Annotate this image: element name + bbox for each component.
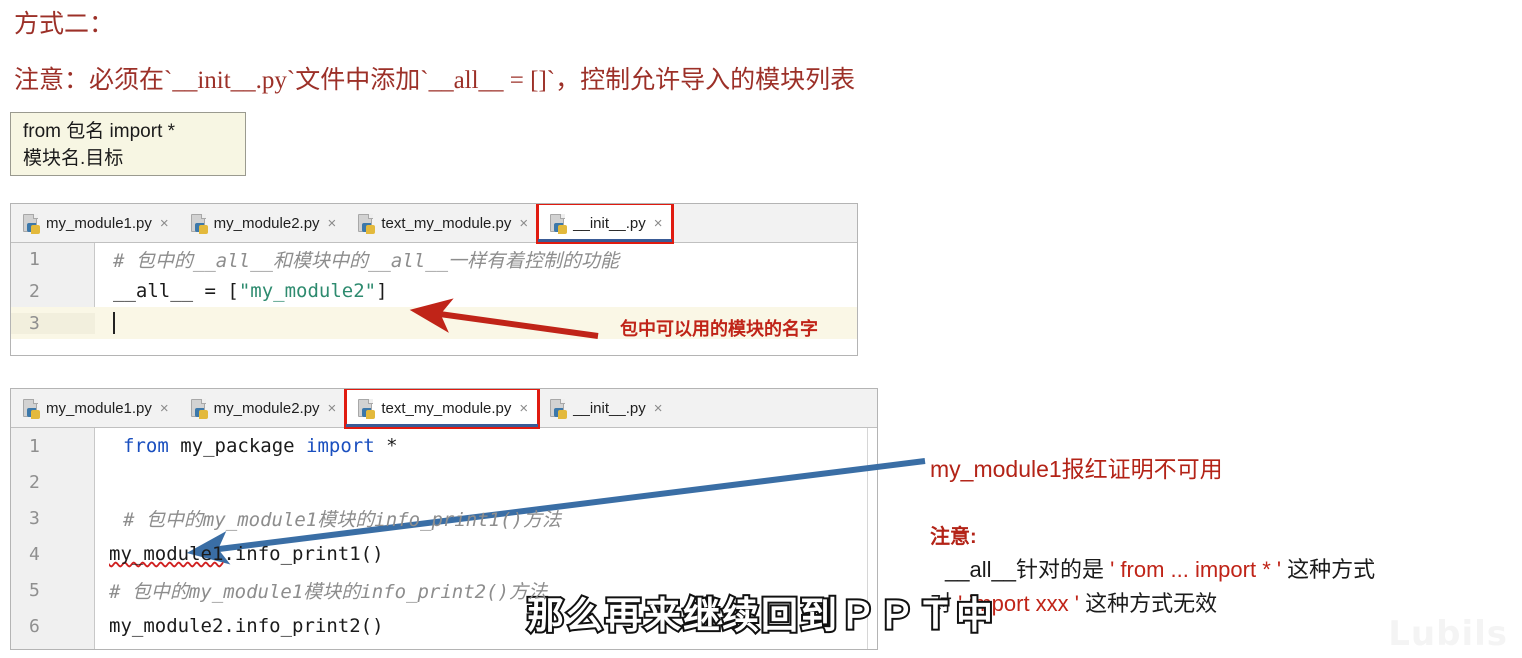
code-line: 4 my_module1.info_print1() [11, 536, 877, 572]
note-line1-pre: __all__针对的是 [945, 557, 1111, 582]
close-icon[interactable]: × [654, 400, 663, 417]
line-number: 3 [11, 312, 95, 334]
tab-label: text_my_module.py [381, 214, 512, 232]
line-text: # 包中的my_module1模块的info_print2()方法 [109, 580, 547, 603]
page-title: 方式二： [14, 11, 115, 38]
tab-my-module1-py[interactable]: my_module1.py × [11, 204, 179, 242]
line-number: 2 [29, 471, 40, 493]
tab-init-py[interactable]: __init__.py × [538, 389, 673, 427]
python-file-icon [358, 213, 376, 234]
tab-text-my-module-py[interactable]: text_my_module.py × [346, 204, 539, 242]
keyword-from: from [123, 435, 169, 457]
line-number: 1 [29, 248, 40, 270]
close-icon[interactable]: × [519, 400, 528, 417]
editor-tab-bar-bottom: my_module1.py × my_module2.py × text_my_… [11, 389, 877, 429]
tab-my-module2-py[interactable]: my_module2.py × [178, 389, 347, 427]
watermark: Lubils [1388, 614, 1508, 654]
line-text: from my_package import * [95, 435, 398, 457]
note-line1-post: 这种方式 [1281, 557, 1376, 582]
annotation-module-names: 包中可以用的模块的名字 [620, 319, 818, 339]
line-number: 2 [29, 280, 40, 302]
syntax-line-1: from 包名 import * [23, 121, 176, 142]
python-file-icon [550, 213, 568, 234]
line-number: 3 [29, 507, 40, 529]
annotation-module-unavailable: my_module1报红证明不可用 [930, 456, 1223, 482]
code-line: 2 [11, 464, 877, 500]
close-icon[interactable]: × [328, 400, 337, 417]
code-line: 1 # 包中的__all__和模块中的__all__一样有着控制的功能 [11, 243, 857, 275]
code-line: 3 # 包中的my_module1模块的info_print1()方法 [11, 500, 877, 536]
error-token: my_module1 [109, 543, 224, 565]
python-file-icon [23, 213, 40, 234]
tab-label: my_module2.py [213, 214, 320, 232]
code-suffix: ] [376, 280, 388, 302]
note-line1-highlight: ' from ... import * ' [1110, 557, 1282, 582]
tab-label: my_module2.py [213, 399, 320, 417]
code-line: 1 from my_package import * [11, 428, 877, 464]
code-line: 2 __all__ = ["my_module2"] [11, 275, 857, 307]
line-number: 6 [29, 615, 40, 637]
code-string-literal: "my_module2" [238, 280, 377, 302]
line-text: __all__ = ["my_module2"] [95, 280, 388, 302]
line-text: # 包中的my_module1模块的info_print1()方法 [123, 508, 561, 531]
close-icon[interactable]: × [654, 215, 663, 232]
tab-label: __init__.py [573, 214, 646, 232]
python-file-icon [23, 398, 40, 419]
close-icon[interactable]: × [328, 215, 337, 232]
line-text: # 包中的__all__和模块中的__all__一样有着控制的功能 [113, 249, 620, 272]
annotation-note-title: 注意: [930, 526, 977, 548]
tab-label: my_module1.py [46, 214, 152, 232]
close-icon[interactable]: × [519, 215, 528, 232]
line-number: 4 [29, 543, 40, 565]
module-name: my_package [168, 435, 307, 457]
tab-label: my_module1.py [46, 399, 152, 417]
syntax-callout-box: from 包名 import * 模块名.目标 [10, 112, 246, 176]
close-icon[interactable]: × [160, 215, 169, 232]
import-target: * [374, 435, 398, 457]
line-number: 1 [29, 435, 40, 457]
python-file-icon [358, 398, 376, 419]
text-caret [113, 312, 115, 335]
syntax-line-2: 模块名.目标 [23, 148, 124, 169]
tab-init-py[interactable]: __init__.py × [536, 204, 675, 244]
keyword-import: import [306, 435, 375, 457]
line-number: 5 [29, 579, 40, 601]
editor-tab-bar-top: my_module1.py × my_module2.py × text_my_… [11, 204, 857, 244]
line-text: my_module2.info_print2() [109, 615, 384, 637]
python-file-icon [190, 398, 208, 419]
slide-note-text: 注意：必须在`__init__.py`文件中添加`__all__ = []`，控… [14, 67, 856, 94]
code-prefix: __all__ = [ [113, 280, 239, 302]
tab-text-my-module-py[interactable]: text_my_module.py × [344, 389, 541, 429]
python-file-icon [550, 398, 568, 419]
tab-my-module1-py[interactable]: my_module1.py × [11, 389, 179, 427]
close-icon[interactable]: × [160, 400, 169, 417]
tab-label: __init__.py [573, 399, 646, 417]
code-rest: .info_print1() [223, 543, 384, 565]
line-text [95, 312, 115, 335]
tab-my-module2-py[interactable]: my_module2.py × [178, 204, 347, 242]
line-text: my_module1.info_print1() [95, 543, 384, 565]
tab-label: text_my_module.py [381, 399, 512, 417]
annotation-note-line-1: __all__针对的是 ' from ... import * ' 这种方式 [945, 552, 1375, 584]
python-file-icon [190, 213, 208, 234]
